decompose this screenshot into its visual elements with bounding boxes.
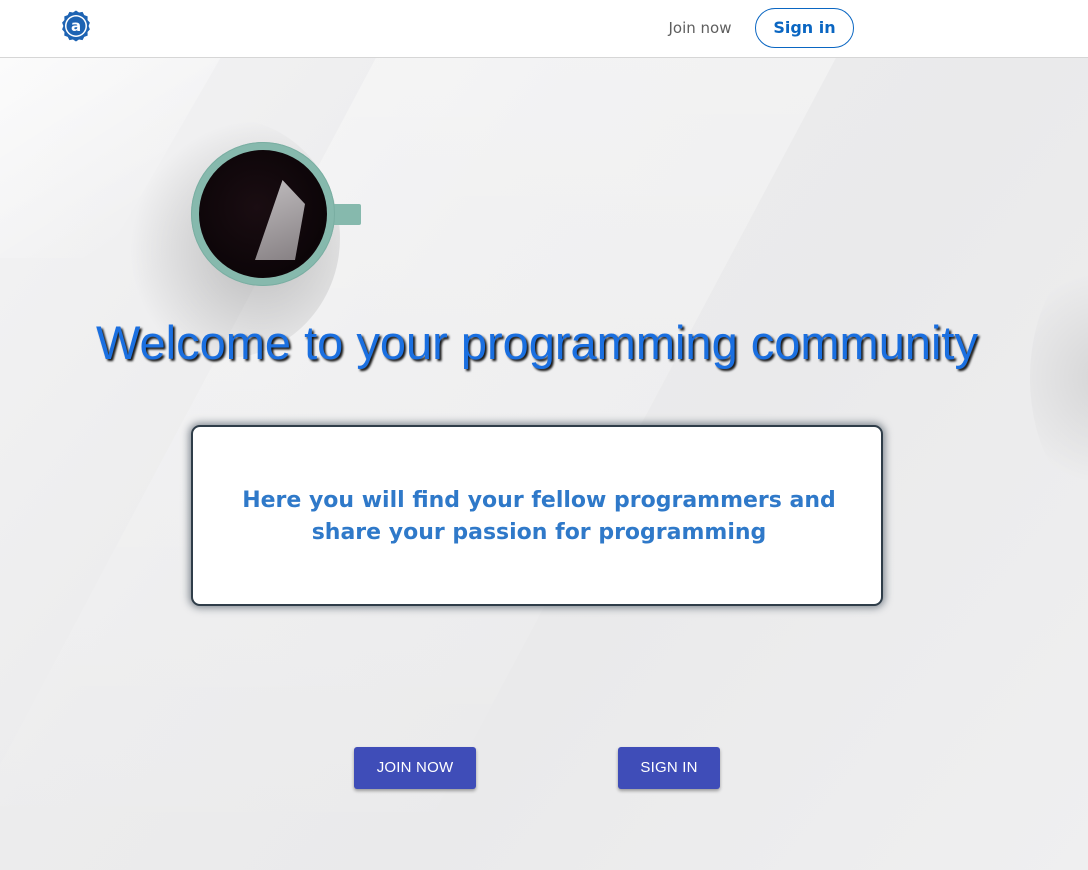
sign-in-button[interactable]: Sign in (755, 8, 854, 48)
background-edge-shadow (1030, 248, 1088, 508)
sign-in-cta-button[interactable]: SIGN IN (618, 747, 720, 789)
coffee-surface (199, 150, 327, 278)
intro-card-text: Here you will find your fellow programme… (242, 488, 836, 545)
top-navbar: a Join now Sign in (0, 0, 1088, 58)
at-sign-badge-icon[interactable]: a (60, 10, 92, 42)
join-now-link[interactable]: Join now (656, 16, 744, 40)
page-title: Welcome to your programming community (96, 316, 978, 369)
intro-card: Here you will find your fellow programme… (191, 425, 883, 606)
join-now-button[interactable]: JOIN NOW (354, 747, 476, 789)
coffee-cup-icon (191, 142, 335, 286)
coffee-reflection (255, 180, 305, 260)
logo-glyph: a (71, 17, 81, 35)
